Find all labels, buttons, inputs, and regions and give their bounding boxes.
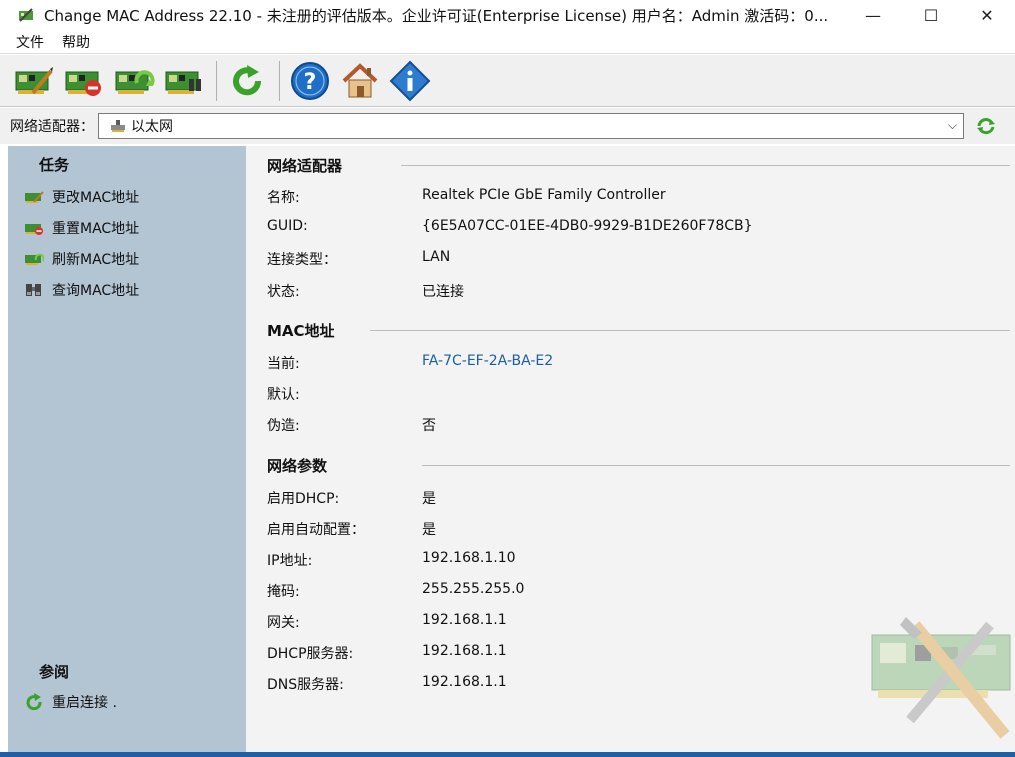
- task-query-mac[interactable]: 查询MAC地址: [24, 280, 139, 300]
- dhcp-enabled-value: 是: [422, 491, 436, 507]
- prop-label: GUID:: [267, 218, 308, 234]
- tasks-heading: 任务: [39, 156, 70, 174]
- help-icon: ?: [291, 61, 329, 100]
- prop-label: 连接类型：: [267, 252, 337, 268]
- prop-label: DNS服务器:: [267, 677, 344, 693]
- prop-label: 启用自动配置：: [267, 522, 365, 538]
- prop-label: 当前:: [267, 356, 300, 372]
- subnet-mask-value: 255.255.255.0: [422, 581, 525, 597]
- menu-file[interactable]: 文件: [16, 32, 44, 52]
- nic-reset-icon: [24, 220, 44, 236]
- network-adapter-icon: [111, 120, 125, 132]
- status-value: 已连接: [422, 284, 464, 300]
- task-label: 更改MAC地址: [52, 190, 140, 206]
- task-reset-mac[interactable]: 重置MAC地址: [24, 218, 139, 238]
- adapter-select[interactable]: 以太网 ⌵: [98, 113, 964, 139]
- section-divider: [370, 330, 1010, 331]
- title-bar: Change MAC Address 22.10 - 未注册的评估版本。企业许可…: [0, 0, 1015, 30]
- adapter-name-value: Realtek PCIe GbE Family Controller: [422, 187, 666, 203]
- refresh-adapters-icon[interactable]: [976, 116, 996, 136]
- minimize-button[interactable]: —: [844, 0, 902, 30]
- nic-tools-watermark-icon: [871, 617, 1011, 739]
- prop-label: DHCP服务器:: [267, 646, 354, 662]
- prop-label: 状态:: [267, 284, 300, 300]
- home-icon: [342, 62, 378, 97]
- gateway-value: 192.168.1.1: [422, 612, 507, 628]
- ip-address-value: 192.168.1.10: [422, 550, 516, 566]
- prop-label: 默认:: [267, 387, 300, 403]
- nic-query-icon: [165, 71, 201, 94]
- restart-connection-tool-button[interactable]: [223, 59, 271, 103]
- section-title-adapter: 网络适配器: [267, 157, 343, 175]
- taskbar-edge: [0, 752, 1015, 757]
- app-icon: [19, 8, 33, 22]
- chevron-down-icon[interactable]: ⌵: [948, 118, 957, 133]
- menu-bar: 文件 帮助: [0, 30, 1015, 54]
- task-label: 查询MAC地址: [52, 283, 140, 299]
- see-also-heading: 参阅: [39, 663, 70, 681]
- nic-refresh-icon: [115, 69, 155, 94]
- connection-type-value: LAN: [422, 249, 451, 265]
- dns-server-value: 192.168.1.1: [422, 674, 507, 690]
- close-button[interactable]: ✕: [958, 0, 1015, 30]
- toolbar: ?: [0, 55, 1015, 107]
- prop-label: 网关:: [267, 615, 300, 631]
- help-tool-button[interactable]: ?: [286, 59, 334, 103]
- nic-reset-icon: [65, 71, 101, 96]
- adapter-selector-bar: 网络适配器： 以太网 ⌵: [0, 108, 1015, 144]
- nic-edit-icon: [15, 66, 53, 94]
- task-refresh-mac[interactable]: 刷新MAC地址: [24, 249, 139, 269]
- nic-edit-icon: [24, 189, 44, 205]
- maximize-button[interactable]: ☐: [902, 0, 960, 30]
- section-title-network: 网络参数: [267, 457, 328, 475]
- prop-label: 掩码:: [267, 584, 300, 600]
- section-divider: [422, 465, 1010, 466]
- nic-refresh-icon: [24, 251, 44, 267]
- task-label: 刷新MAC地址: [52, 252, 140, 268]
- dhcp-server-value: 192.168.1.1: [422, 643, 507, 659]
- task-restart-connection[interactable]: 重启连接 .: [24, 692, 117, 712]
- task-label: 重启连接 .: [52, 695, 117, 711]
- section-divider: [401, 165, 1010, 166]
- toolbar-separator: [216, 60, 217, 101]
- refresh-icon: [24, 693, 44, 711]
- current-mac-link[interactable]: FA-7C-EF-2A-BA-E2: [422, 353, 553, 369]
- prop-label: 伪造:: [267, 418, 300, 434]
- about-tool-button[interactable]: [386, 59, 434, 103]
- binoculars-icon: [24, 282, 44, 298]
- info-icon: [389, 60, 431, 101]
- toolbar-separator: [279, 60, 280, 101]
- change-mac-tool-button[interactable]: [10, 59, 58, 103]
- adapter-label: 网络适配器：: [10, 119, 94, 135]
- spoofed-value: 否: [422, 418, 436, 434]
- task-label: 重置MAC地址: [52, 221, 140, 237]
- task-change-mac[interactable]: 更改MAC地址: [24, 187, 139, 207]
- autoconfig-enabled-value: 是: [422, 522, 436, 538]
- svg-text:?: ?: [304, 70, 317, 95]
- home-tool-button[interactable]: [336, 59, 384, 103]
- query-mac-tool-button[interactable]: [160, 59, 208, 103]
- reset-mac-tool-button[interactable]: [60, 59, 108, 103]
- adapter-guid-value: {6E5A07CC-01EE-4DB0-9929-B1DE260F78CB}: [422, 218, 753, 234]
- prop-label: 名称:: [267, 190, 300, 206]
- refresh-icon: [233, 64, 262, 95]
- adapter-selected-value: 以太网: [131, 119, 173, 135]
- window-title: Change MAC Address 22.10 - 未注册的评估版本。企业许可…: [44, 6, 829, 25]
- section-title-mac: MAC地址: [267, 322, 335, 340]
- prop-label: IP地址:: [267, 553, 313, 569]
- sidebar: 任务 更改MAC地址 重置MAC地址 刷新MAC地址 查询MAC地址 参阅 重启…: [8, 146, 246, 752]
- prop-label: 启用DHCP:: [267, 491, 340, 507]
- refresh-mac-tool-button[interactable]: [110, 59, 158, 103]
- menu-help[interactable]: 帮助: [62, 32, 90, 52]
